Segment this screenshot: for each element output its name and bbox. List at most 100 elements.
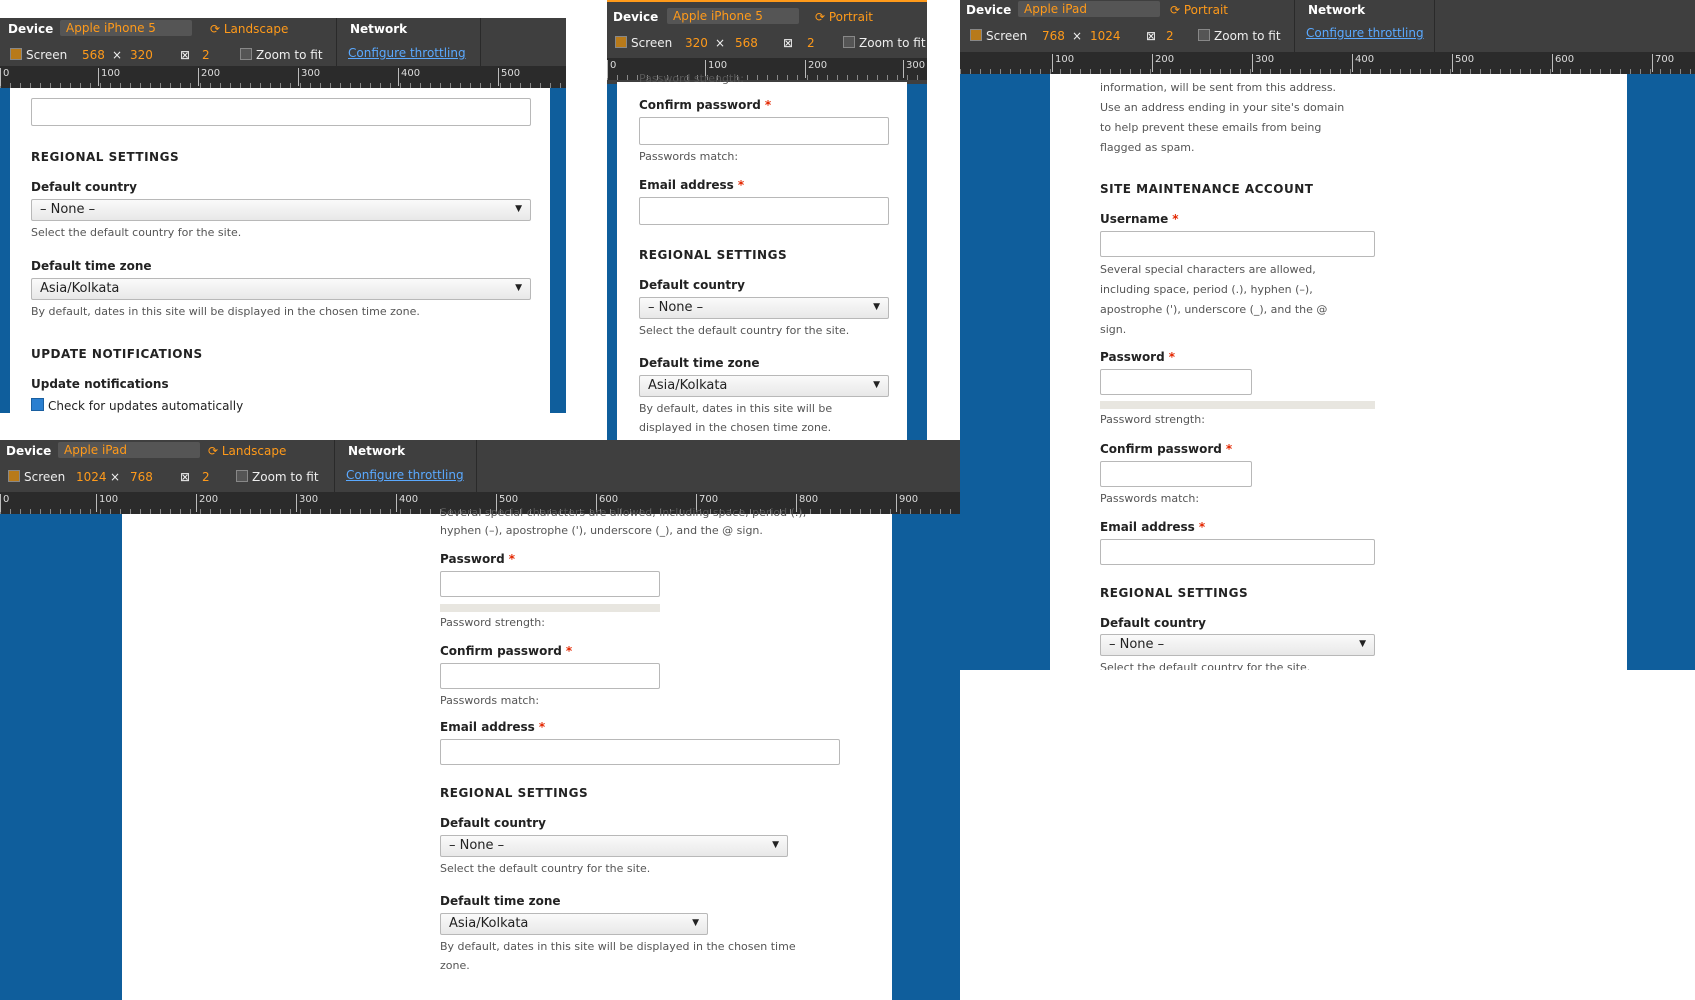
email-input[interactable]	[1100, 539, 1375, 565]
ruler-tick: 0	[0, 68, 9, 86]
device-select[interactable]: Apple iPad	[58, 442, 200, 458]
password-input[interactable]	[1100, 369, 1252, 395]
email-input[interactable]	[440, 739, 840, 765]
email-input[interactable]	[639, 197, 889, 225]
field-description: zone.	[440, 959, 470, 972]
dpr-icon: ⊠	[180, 470, 191, 484]
device-select[interactable]: Apple iPad	[1018, 1, 1160, 17]
device-label: Device	[613, 10, 659, 24]
field-label: Email address *	[1100, 520, 1205, 534]
ruler-tick: 400	[398, 68, 420, 86]
network-label: Network	[1308, 3, 1366, 17]
country-select[interactable]: – None –	[639, 297, 889, 319]
country-select[interactable]: – None –	[440, 835, 788, 857]
checkbox-label: Check for updates automatically	[48, 399, 244, 413]
password-strength-bar	[440, 604, 660, 612]
password-input[interactable]	[440, 571, 660, 597]
timezone-select[interactable]: Asia/Kolkata	[31, 278, 531, 300]
emulate-checkbox[interactable]: Screen	[970, 29, 1027, 43]
timezone-select[interactable]: Asia/Kolkata	[639, 375, 889, 397]
orientation-toggle[interactable]: ⟳ Portrait	[1170, 3, 1228, 17]
screen-width[interactable]: 320	[685, 36, 708, 50]
field-description: hyphen (–), apostrophe ('), underscore (…	[440, 524, 763, 537]
country-select[interactable]: – None –	[1100, 634, 1375, 656]
screen-height[interactable]: 1024	[1090, 29, 1121, 43]
required-marker: *	[1168, 350, 1175, 364]
screen-width[interactable]: 1024	[76, 470, 107, 484]
rotate-icon: ⟳	[208, 444, 222, 458]
zoom-to-fit[interactable]: Zoom to fit	[1198, 29, 1281, 43]
orientation-toggle[interactable]: ⟳ Landscape	[210, 22, 288, 36]
screen-height[interactable]: 568	[735, 36, 758, 50]
field-description: sign.	[1100, 323, 1127, 336]
label-text: Email address	[1100, 520, 1195, 534]
device-toolbar: Device Apple iPhone 5 ⟳ Landscape Screen…	[0, 18, 566, 88]
ruler-tick: 900	[896, 494, 918, 512]
throttle-link[interactable]: Configure throttling	[1306, 26, 1424, 40]
field-description: displayed in the chosen time zone.	[639, 421, 832, 434]
device-select[interactable]: Apple iPhone 5	[60, 20, 192, 36]
field-label: Default country	[440, 816, 546, 830]
dpr-value[interactable]: 2	[202, 48, 210, 62]
username-input[interactable]	[1100, 231, 1375, 257]
screen-height[interactable]: 320	[130, 48, 153, 62]
zoom-to-fit[interactable]: Zoom to fit	[240, 48, 323, 62]
field-label: Confirm password *	[440, 644, 572, 658]
checkbox-icon	[843, 36, 855, 48]
throttle-link[interactable]: Configure throttling	[348, 46, 466, 60]
zoom-to-fit[interactable]: Zoom to fit	[843, 36, 926, 50]
screen-height[interactable]: 768	[130, 470, 153, 484]
zoom-label: Zoom to fit	[256, 48, 323, 62]
ruler-tick: 100	[98, 68, 120, 86]
dpr-value[interactable]: 2	[807, 36, 815, 50]
field-description: information, will be sent from this addr…	[1100, 81, 1337, 94]
section-heading: UPDATE NOTIFICATIONS	[31, 347, 203, 361]
confirm-password-input[interactable]	[1100, 461, 1252, 487]
ruler-tick: 500	[1452, 54, 1474, 72]
label-text: Confirm password	[440, 644, 562, 658]
ruler-tick: 100	[96, 494, 118, 512]
orientation-toggle[interactable]: ⟳ Portrait	[815, 10, 873, 24]
field-label: Email address *	[440, 720, 545, 734]
field-description: Several special characters are allowed, …	[440, 506, 807, 519]
throttle-link[interactable]: Configure throttling	[346, 468, 464, 482]
field-description: Password strength:	[639, 72, 744, 85]
emulate-checkbox[interactable]: Screen	[615, 36, 672, 50]
label-text: Password	[440, 552, 505, 566]
country-select[interactable]: – None –	[31, 199, 531, 221]
confirm-password-input[interactable]	[639, 117, 889, 145]
section-heading: REGIONAL SETTINGS	[639, 248, 788, 262]
page-content: information, will be sent from this addr…	[1050, 74, 1627, 670]
screen-width[interactable]: 768	[1042, 29, 1065, 43]
network-label: Network	[350, 22, 408, 36]
timezone-select[interactable]: Asia/Kolkata	[440, 913, 708, 935]
screen-label: Screen	[26, 48, 68, 62]
device-select[interactable]: Apple iPhone 5	[667, 8, 799, 24]
updates-checkbox[interactable]: Check for updates automatically	[31, 398, 243, 413]
confirm-password-input[interactable]	[440, 663, 660, 689]
zoom-to-fit[interactable]: Zoom to fit	[236, 470, 319, 484]
emulate-checkbox[interactable]: Screen	[8, 470, 65, 484]
field-label: Default country	[639, 278, 745, 292]
dpr-value[interactable]: 2	[1166, 29, 1174, 43]
screen-label: Screen	[24, 470, 66, 484]
field-description: Several special characters are allowed,	[1100, 263, 1316, 276]
text-input[interactable]	[31, 98, 531, 126]
panel-ipad-landscape: Device Apple iPad ⟳ Landscape Screen 102…	[0, 440, 960, 1000]
checkbox-icon	[8, 470, 20, 482]
orientation-label: Portrait	[828, 10, 873, 24]
emulate-checkbox[interactable]: Screen	[10, 48, 67, 62]
rotate-icon: ⟳	[815, 10, 829, 24]
zoom-label: Zoom to fit	[252, 470, 319, 484]
screen-width[interactable]: 568	[82, 48, 105, 62]
field-label: Default time zone	[639, 356, 760, 370]
label-text: Password	[1100, 350, 1165, 364]
section-heading: REGIONAL SETTINGS	[31, 150, 180, 164]
dpr-value[interactable]: 2	[202, 470, 210, 484]
field-label: Update notifications	[31, 377, 169, 391]
field-label: Default time zone	[440, 894, 561, 908]
orientation-label: Landscape	[223, 22, 289, 36]
orientation-toggle[interactable]: ⟳ Landscape	[208, 444, 286, 458]
checkbox-icon	[236, 470, 248, 482]
field-description: apostrophe ('), underscore (_), and the …	[1100, 303, 1328, 316]
